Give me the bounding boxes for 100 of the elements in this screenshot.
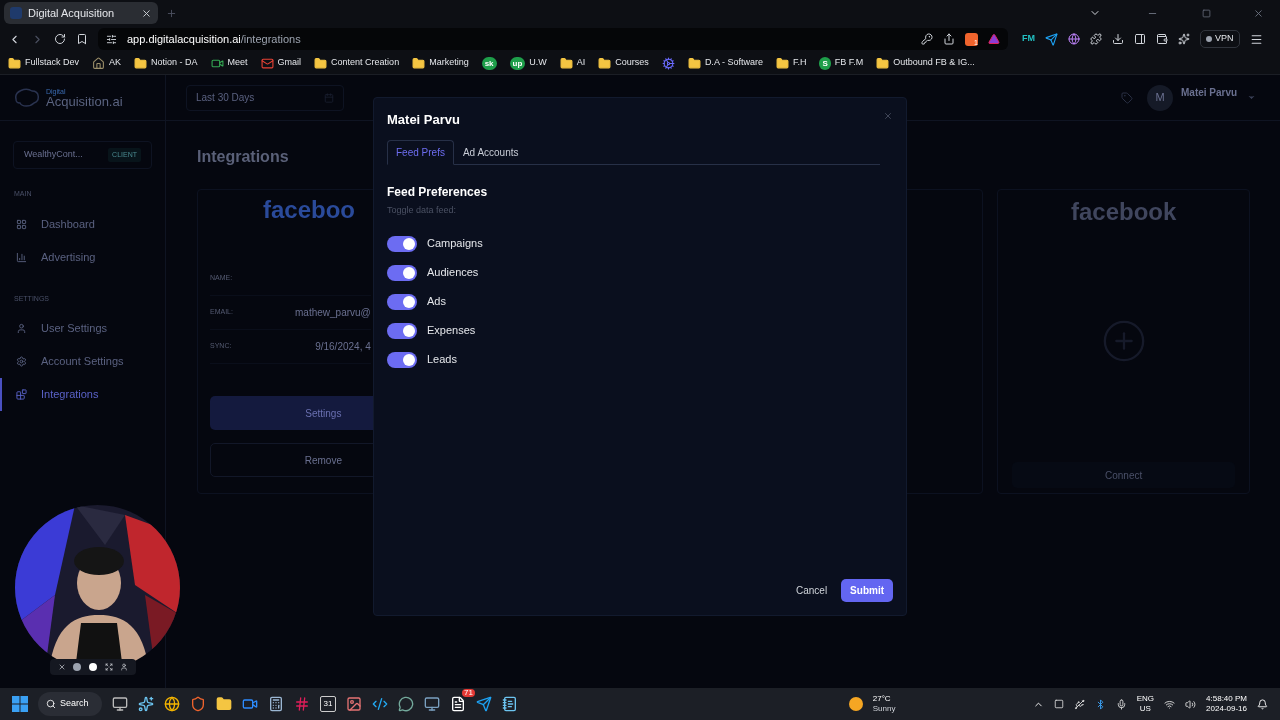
expand-icon[interactable]: [104, 663, 113, 671]
folder-icon: [876, 56, 890, 70]
site-settings-icon: [106, 33, 117, 45]
toggle-label: Expenses: [427, 323, 476, 339]
document-icon[interactable]: [450, 696, 466, 712]
facebook-logo: faceboo: [263, 195, 355, 225]
user-icon[interactable]: [120, 663, 129, 671]
bookmark-item[interactable]: AI: [559, 56, 586, 70]
bookmark-item[interactable]: F.H: [775, 56, 807, 70]
bookmark-item[interactable]: Fullstack Dev: [8, 56, 79, 70]
logo-text: Acquisition.ai: [46, 94, 123, 108]
microphone-icon[interactable]: [1115, 698, 1127, 710]
folder-icon: [559, 56, 573, 70]
extension-icon[interactable]: FM: [1022, 32, 1035, 46]
reload-icon[interactable]: [54, 33, 66, 45]
folder-icon: [775, 56, 789, 70]
bookmark-item[interactable]: Meet: [210, 56, 248, 70]
bell-icon[interactable]: [1257, 698, 1268, 710]
vpn-button[interactable]: VPN: [1200, 30, 1240, 48]
shield-icon[interactable]: [190, 696, 206, 712]
bookmark-item[interactable]: [661, 56, 675, 70]
toggle-switch[interactable]: [387, 264, 417, 281]
folder-icon[interactable]: [216, 696, 232, 712]
cancel-button[interactable]: Cancel: [795, 583, 828, 598]
bookmark-item[interactable]: Notion - DA: [134, 56, 198, 70]
bookmark-item[interactable]: S FB F.M: [819, 56, 864, 70]
toggle-switch[interactable]: [387, 351, 417, 368]
modal-tab[interactable]: Feed Prefs: [387, 139, 454, 165]
share-icon[interactable]: [943, 33, 955, 45]
field-value: 9/16/2024, 4: [315, 340, 371, 354]
wallet-icon[interactable]: [1156, 33, 1168, 45]
send-icon[interactable]: [1045, 32, 1058, 46]
mail-icon: [260, 56, 274, 70]
bookmark-item[interactable]: D.A - Software: [687, 56, 763, 70]
globe-icon[interactable]: [1068, 33, 1080, 45]
toggle-switch[interactable]: [387, 293, 417, 310]
hash-icon[interactable]: [294, 696, 310, 712]
gear-icon: [661, 56, 675, 70]
taskbar-search[interactable]: Search: [38, 692, 102, 716]
size-slider-icon[interactable]: [73, 663, 82, 671]
bookmark-item[interactable]: Outbound FB & IG...: [876, 56, 975, 70]
toggle-switch[interactable]: [387, 322, 417, 339]
calculator-icon[interactable]: [268, 696, 284, 712]
site-icon: [10, 7, 22, 19]
notepad-icon[interactable]: [502, 696, 518, 712]
close-icon[interactable]: [141, 7, 152, 19]
modal-tab[interactable]: Ad Accounts: [453, 139, 528, 165]
menu-icon[interactable]: [1249, 32, 1263, 46]
code-icon[interactable]: [372, 696, 388, 712]
grid-icon: [16, 218, 27, 230]
bookmark-item[interactable]: Courses: [598, 56, 649, 70]
video-icon[interactable]: [242, 696, 258, 712]
network-icon[interactable]: [1164, 698, 1176, 710]
calendar-app-icon[interactable]: 31: [320, 696, 336, 712]
url-text: app.digitalacquisition.ai/integrations: [127, 31, 302, 47]
sun-icon: [848, 697, 863, 711]
chat-icon[interactable]: [398, 696, 414, 712]
sparkle-icon[interactable]: [1178, 33, 1190, 45]
bookmark-icon[interactable]: [76, 33, 88, 45]
sparkle-icon[interactable]: [138, 696, 154, 712]
section-heading: Feed Preferences: [387, 183, 489, 201]
globe-icon[interactable]: [164, 696, 180, 712]
page-title: Integrations: [197, 147, 289, 167]
clock-date: 2024-09-16: [1206, 704, 1247, 714]
bookmark-item[interactable]: up U.W: [509, 56, 547, 70]
user-avatar[interactable]: M: [1147, 84, 1173, 111]
bookmark-item[interactable]: AK: [92, 56, 122, 70]
field-value: mathew_parvu@: [295, 306, 371, 320]
toggle-label: Audiences: [427, 265, 479, 281]
search-icon: [46, 699, 56, 709]
toggle-switch[interactable]: [387, 235, 417, 252]
tab-title: Digital Acquisition: [28, 5, 116, 21]
bookmark-item[interactable]: Content Creation: [314, 56, 400, 70]
folder-icon: [314, 56, 328, 70]
sidebar-icon[interactable]: [1134, 33, 1146, 45]
close-icon[interactable]: [57, 663, 66, 671]
send-icon[interactable]: [476, 696, 492, 712]
toggle-label: Leads: [427, 352, 457, 368]
sidebar-item[interactable]: Integrations: [0, 378, 165, 411]
close-window-icon[interactable]: [1253, 7, 1264, 19]
extensions-icon[interactable]: [1090, 33, 1102, 45]
triangle-icon[interactable]: [988, 33, 1000, 45]
section-hint: Toggle data feed:: [387, 203, 458, 217]
folder-icon: [687, 56, 701, 70]
submit-button[interactable]: Submit: [841, 579, 893, 602]
facebook-logo: facebook: [1070, 197, 1177, 227]
image-icon[interactable]: [346, 696, 362, 712]
volume-icon[interactable]: [1185, 698, 1197, 710]
bookmark-item[interactable]: Gmail: [260, 56, 302, 70]
bookmark-item[interactable]: Marketing: [412, 56, 469, 70]
user-icon: [16, 323, 27, 334]
usb-icon[interactable]: [1073, 698, 1085, 710]
key-icon[interactable]: [921, 33, 933, 45]
monitor-icon[interactable]: [424, 696, 440, 712]
tray-icon[interactable]: [1053, 699, 1064, 709]
language-code: ENG: [1136, 694, 1155, 704]
account-name: WealthyCont...: [24, 148, 83, 162]
monitor-icon[interactable]: [112, 696, 128, 712]
download-icon[interactable]: [1112, 33, 1124, 45]
browser-tab[interactable]: Digital Acquisition: [4, 2, 158, 24]
